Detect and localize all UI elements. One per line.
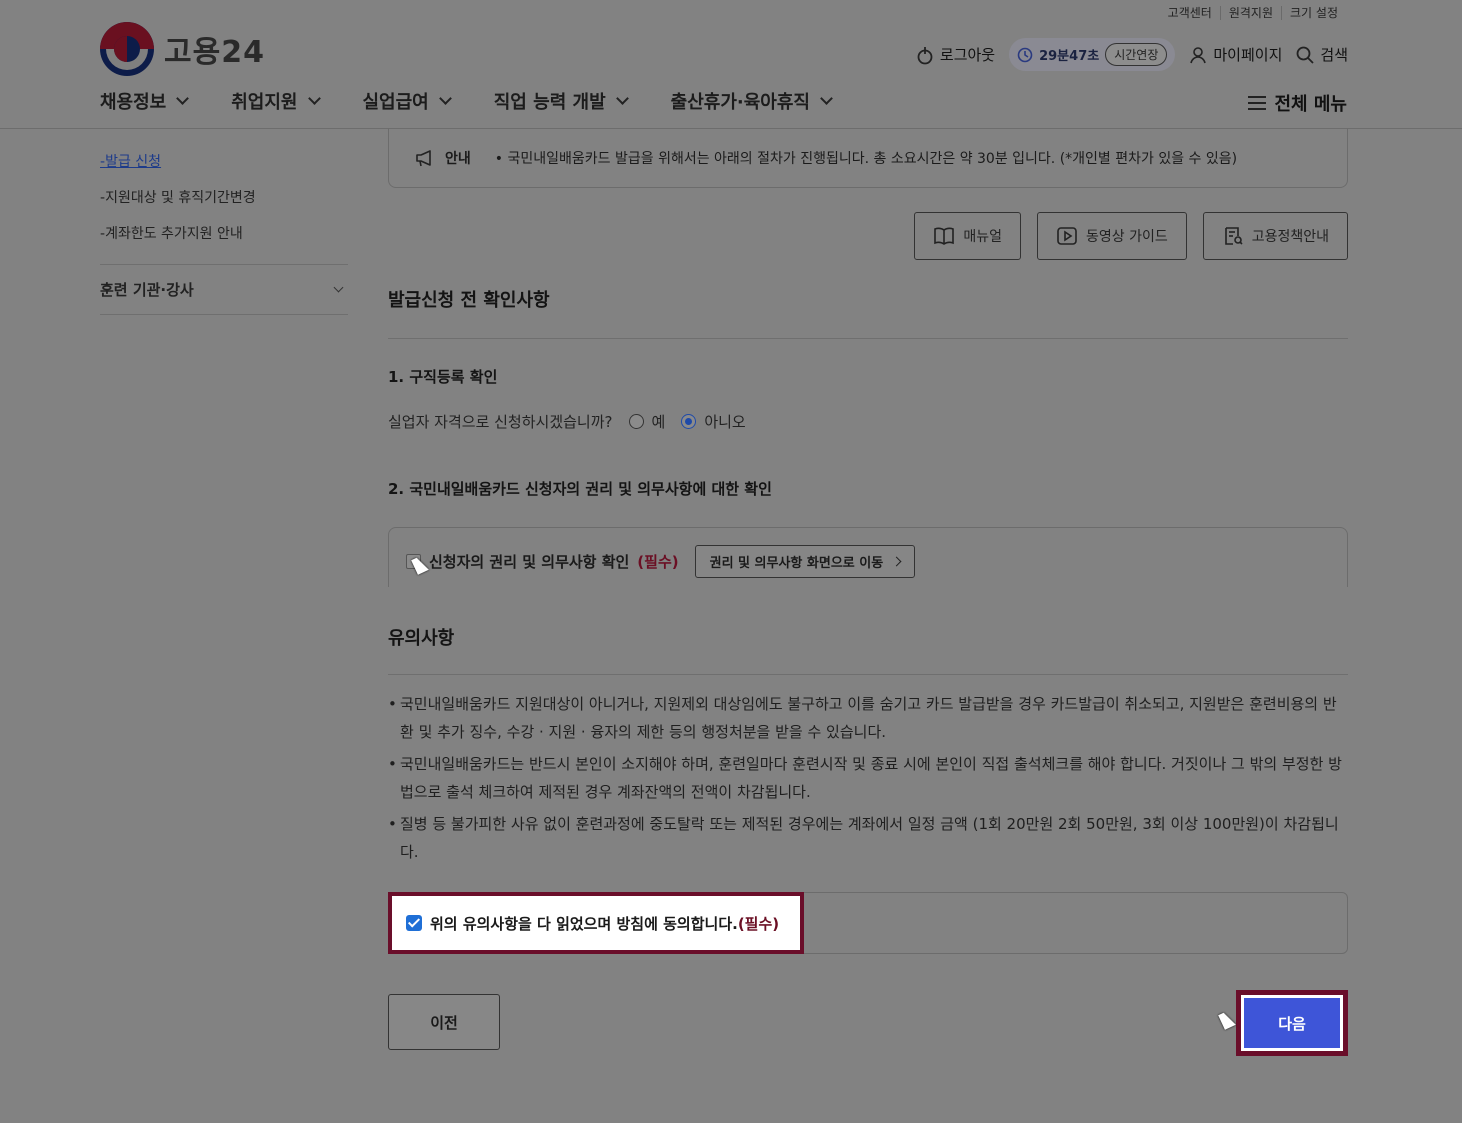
search-button[interactable]: 검색 <box>1296 44 1348 65</box>
chevron-down-icon <box>307 92 321 105</box>
section-divider <box>388 338 1348 339</box>
util-customer-center[interactable]: 고객센터 <box>1160 6 1220 20</box>
sidebar-item-label: 계좌한도 추가지원 안내 <box>105 226 243 242</box>
clock-icon <box>1017 47 1033 62</box>
mypage-link[interactable]: 마이페이지 <box>1189 44 1282 65</box>
sidebar-item-label: 발급 신청 <box>105 154 162 170</box>
rights-confirm-row: 신청자의 권리 및 의무사항 확인 (필수) 권리 및 의무사항 화면으로 이동 <box>406 545 916 578</box>
sidebar-item-label: 지원대상 및 휴직기간변경 <box>105 190 256 206</box>
hamburger-icon <box>1248 96 1267 110</box>
timer-value: 29분47초 <box>1039 49 1100 64</box>
manual-button[interactable]: 매뉴얼 <box>914 212 1021 260</box>
go-to-rights-label: 권리 및 의무사항 화면으로 이동 <box>709 556 884 571</box>
section-title: 발급신청 전 확인사항 <box>388 290 550 311</box>
logo-text: 고용24 <box>164 35 265 70</box>
nav-label: 취업지원 <box>231 92 298 113</box>
chevron-down-icon <box>333 282 344 293</box>
notice-banner: 안내 • 국민내일배움카드 발급을 위해서는 아래의 절차가 진행됩니다. 총 … <box>388 128 1348 188</box>
nav-label: 직업 능력 개발 <box>493 92 606 113</box>
chevron-right-icon <box>891 556 902 567</box>
rights-checkbox-label[interactable]: 신청자의 권리 및 의무사항 확인 <box>429 551 629 572</box>
megaphone-icon <box>416 149 431 166</box>
nav-item-employment-support[interactable]: 취업지원 <box>231 88 321 114</box>
search-label: 검색 <box>1320 46 1348 64</box>
policy-info-button[interactable]: 고용정책안내 <box>1202 212 1348 260</box>
sidebar-group-label: 훈련 기관·강사 <box>100 281 194 299</box>
utility-links: 고객센터 원격지원 크기 설정 <box>1160 6 1346 20</box>
policy-info-label: 고용정책안내 <box>1251 229 1329 245</box>
nav-label: 출산휴가·육아휴직 <box>670 92 810 113</box>
question-text: 실업자 자격으로 신청하시겠습니까? <box>388 413 613 431</box>
power-icon <box>917 46 933 64</box>
prev-button[interactable]: 이전 <box>388 994 500 1050</box>
nav-item-unemployment-benefit[interactable]: 실업급여 <box>362 88 452 114</box>
agree-highlight: 위의 유의사항을 다 읽었으며 방침에 동의합니다. (필수) <box>388 892 804 954</box>
sidebar-group-training[interactable]: 훈련 기관·강사 <box>100 265 348 315</box>
all-menu-label: 전체 메뉴 <box>1274 94 1347 115</box>
step2-title: 2. 국민내일배움카드 신청자의 권리 및 의무사항에 대한 확인 <box>388 480 772 498</box>
mypage-label: 마이페이지 <box>1213 46 1283 64</box>
agree-checkbox[interactable] <box>406 915 422 931</box>
main-nav: 채용정보 취업지원 실업급여 직업 능력 개발 출산휴가·육아휴직 <box>100 88 833 114</box>
nav-item-job-skills[interactable]: 직업 능력 개발 <box>493 88 629 114</box>
logout-button[interactable]: 로그아웃 <box>916 44 995 65</box>
step1-title: 1. 구직등록 확인 <box>388 368 498 386</box>
agree-label[interactable]: 위의 유의사항을 다 읽었으며 방침에 동의합니다. <box>430 913 738 934</box>
notice-text: • 국민내일배움카드 발급을 위해서는 아래의 절차가 진행됩니다. 총 소요시… <box>494 150 1238 167</box>
chevron-down-icon <box>176 92 190 105</box>
sidebar-item-target-change[interactable]: -지원대상 및 휴직기간변경 <box>100 180 348 216</box>
all-menu-button[interactable]: 전체 메뉴 <box>1248 90 1347 116</box>
chevron-down-icon <box>820 92 833 105</box>
search-icon <box>1296 46 1315 64</box>
next-button[interactable]: 다음 <box>1244 998 1340 1048</box>
video-guide-button[interactable]: 동영상 가이드 <box>1036 212 1187 260</box>
document-search-icon <box>1224 227 1243 245</box>
nav-label: 채용정보 <box>100 92 167 113</box>
session-bar: 로그아웃 29분47초 시간연장 마이페이지 검색 <box>916 38 1348 71</box>
video-guide-label: 동영상 가이드 <box>1085 229 1168 245</box>
book-icon <box>934 227 955 245</box>
radio-no[interactable] <box>681 414 697 429</box>
extend-session-button[interactable]: 시간연장 <box>1105 43 1168 66</box>
chevron-down-icon <box>615 92 629 105</box>
session-timer: 29분47초 시간연장 <box>1009 38 1176 71</box>
list-item: 국민내일배움카드 지원대상이 아니거나, 지원제외 대상임에도 불구하고 이를 … <box>388 690 1348 746</box>
next-highlight: 다음 <box>1236 990 1348 1056</box>
taegeuk-logo-icon <box>100 22 154 76</box>
site-logo[interactable]: 고용24 <box>100 22 265 76</box>
user-icon <box>1190 46 1207 63</box>
radio-no-label[interactable]: 아니오 <box>704 411 745 432</box>
required-mark: (필수) <box>737 914 780 933</box>
notes-divider <box>388 674 1348 675</box>
sidebar-item-account-limit[interactable]: -계좌한도 추가지원 안내 <box>100 216 348 252</box>
guide-buttons: 매뉴얼 동영상 가이드 고용정책안내 <box>914 212 1348 260</box>
util-remote-support[interactable]: 원격지원 <box>1219 6 1281 20</box>
logout-label: 로그아웃 <box>939 46 996 64</box>
util-size-setting[interactable]: 크기 설정 <box>1281 6 1346 20</box>
list-item: 질병 등 불가피한 사유 없이 훈련과정에 중도탈락 또는 제적된 경우에는 계… <box>388 810 1348 866</box>
unemployed-question: 실업자 자격으로 신청하시겠습니까? 예 아니오 <box>388 411 746 432</box>
notice-label: 안내 <box>445 150 471 167</box>
radio-yes[interactable] <box>628 414 644 429</box>
nav-item-jobs[interactable]: 채용정보 <box>100 88 190 114</box>
required-mark: (필수) <box>637 553 679 571</box>
play-icon <box>1057 227 1077 245</box>
sidebar-item-apply[interactable]: -발급 신청 <box>100 144 348 180</box>
notes-title: 유의사항 <box>388 628 455 649</box>
nav-item-parental-leave[interactable]: 출산휴가·육아휴직 <box>670 88 833 114</box>
list-item: 국민내일배움카드는 반드시 본인이 소지해야 하며, 훈련일마다 훈련시작 및 … <box>388 750 1348 806</box>
notes-list: 국민내일배움카드 지원대상이 아니거나, 지원제외 대상임에도 불구하고 이를 … <box>388 690 1348 870</box>
manual-label: 매뉴얼 <box>963 229 1002 245</box>
radio-yes-label[interactable]: 예 <box>652 411 666 432</box>
go-to-rights-button[interactable]: 권리 및 의무사항 화면으로 이동 <box>694 545 916 578</box>
sidebar: -발급 신청 -지원대상 및 휴직기간변경 -계좌한도 추가지원 안내 훈련 기… <box>100 144 348 315</box>
chevron-down-icon <box>438 92 452 105</box>
nav-label: 실업급여 <box>362 92 429 113</box>
